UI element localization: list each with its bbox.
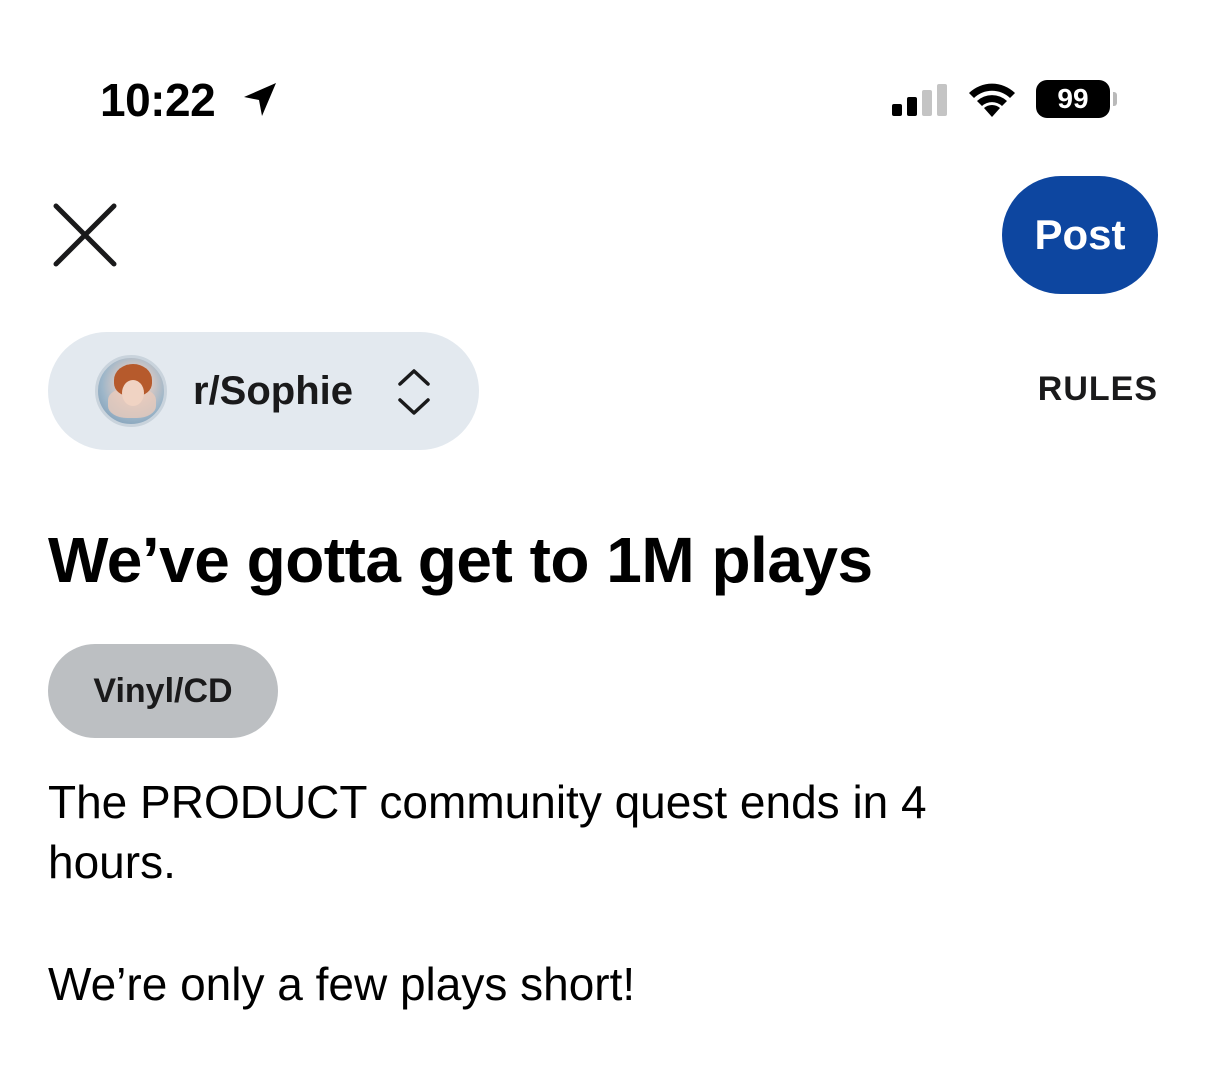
create-post-screen: 10:22 99 Post r/Sophie RULES We’ve gotta… (0, 0, 1206, 1068)
battery-tip (1113, 92, 1117, 106)
body-paragraph: The PRODUCT community quest ends in 4 ho… (48, 776, 927, 888)
post-button[interactable]: Post (1002, 176, 1158, 294)
status-time: 10:22 (100, 74, 216, 126)
close-icon[interactable] (50, 200, 120, 270)
flair-chip[interactable]: Vinyl/CD (48, 644, 278, 738)
location-arrow-icon (244, 83, 276, 116)
cellular-signal-icon (892, 84, 947, 116)
community-name: r/Sophie (193, 369, 354, 413)
community-selector[interactable]: r/Sophie (48, 332, 479, 450)
chevron-up-down-icon (398, 369, 430, 415)
wifi-icon (969, 83, 1015, 117)
body-paragraph: We’re only a few plays short! (48, 958, 636, 1010)
post-title-field[interactable]: We’ve gotta get to 1M plays (48, 522, 873, 598)
community-avatar (95, 355, 167, 427)
battery-indicator: 99 (1036, 80, 1110, 118)
avatar-detail (122, 380, 144, 406)
rules-link[interactable]: RULES (1038, 370, 1158, 409)
post-body-field[interactable]: The PRODUCT community quest ends in 4 ho… (48, 772, 1048, 1014)
